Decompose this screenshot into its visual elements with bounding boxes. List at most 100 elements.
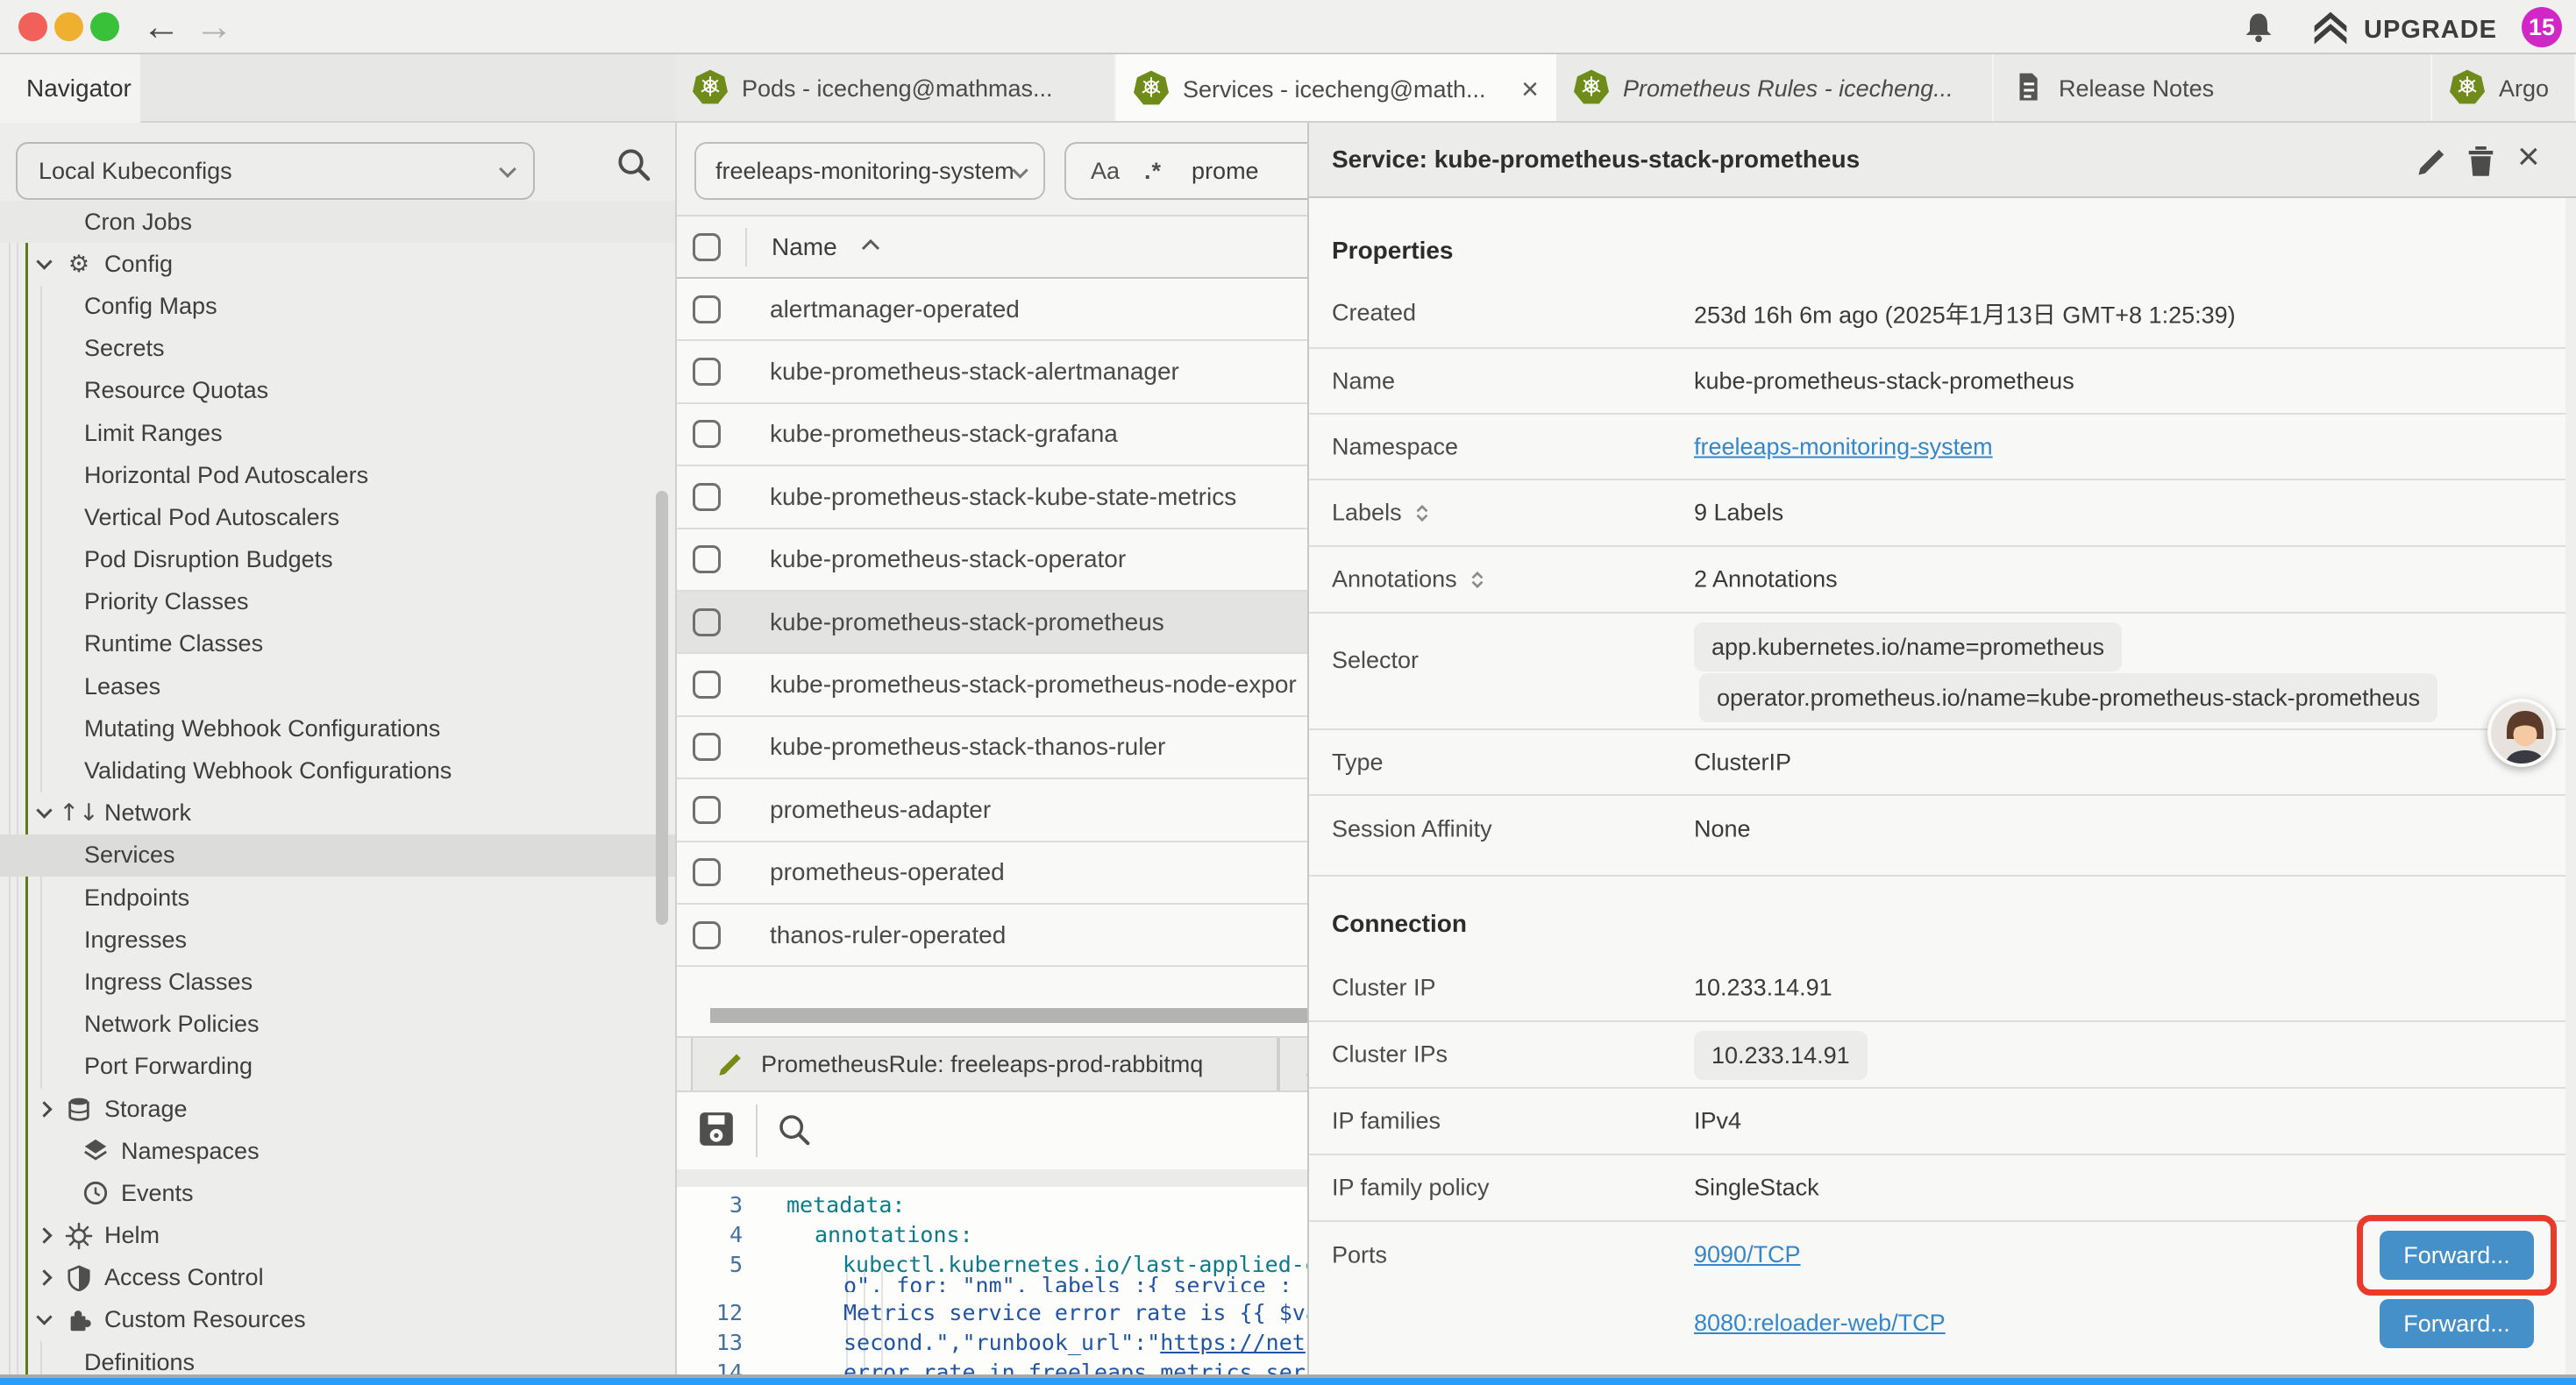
tab-navigator[interactable]: Navigator — [0, 54, 140, 123]
sidebar-item-storage[interactable]: Storage — [0, 1088, 675, 1130]
notification-count-badge[interactable]: 15 — [2522, 7, 2562, 47]
table-row[interactable]: kube-prometheus-stack-kube-state-metrics — [677, 466, 1307, 529]
sidebar-item-ingresses[interactable]: Ingresses — [0, 919, 675, 961]
back-button[interactable]: ← — [142, 2, 181, 53]
user-avatar[interactable] — [2487, 699, 2556, 767]
row-checkbox[interactable] — [693, 358, 721, 386]
labels-count[interactable]: 9 Labels — [1694, 500, 1783, 527]
sidebar-item-pod-disruption-budgets[interactable]: Pod Disruption Budgets — [0, 539, 675, 581]
row-checkbox[interactable] — [693, 545, 721, 573]
editor-search-icon[interactable] — [775, 1111, 812, 1152]
sidebar-item-endpoints[interactable]: Endpoints — [0, 877, 675, 919]
select-all-checkbox[interactable] — [693, 233, 721, 261]
row-checkbox[interactable] — [693, 858, 721, 886]
sidebar-item-cron-jobs[interactable]: Cron Jobs — [0, 201, 675, 243]
sidebar-item-port-forwarding[interactable]: Port Forwarding — [0, 1046, 675, 1088]
chevron-right-icon[interactable] — [36, 1101, 52, 1117]
sidebar-search-icon[interactable] — [614, 145, 652, 188]
kubeconfig-selector[interactable]: Local Kubeconfigs — [16, 142, 535, 200]
row-checkbox[interactable] — [693, 733, 721, 761]
row-checkbox[interactable] — [693, 796, 721, 824]
sidebar-item-custom-resources[interactable]: Custom Resources — [0, 1299, 675, 1341]
sidebar-item-secrets[interactable]: Secrets — [0, 328, 675, 370]
sidebar-item-validating-webhook-configurations[interactable]: Validating Webhook Configurations — [0, 749, 675, 792]
sidebar-item-access-control[interactable]: Access Control — [0, 1257, 675, 1299]
table-row[interactable]: kube-prometheus-stack-grafana — [677, 404, 1307, 466]
row-checkbox[interactable] — [693, 921, 721, 949]
table-row[interactable]: kube-prometheus-stack-operator — [677, 529, 1307, 592]
table-row[interactable]: prometheus-operated — [677, 842, 1307, 905]
list-search-input[interactable]: Aa .* prome — [1064, 142, 1307, 200]
close-details-icon[interactable]: × — [2517, 135, 2540, 179]
close-window-button[interactable] — [18, 12, 47, 41]
sidebar-item-vertical-pod-autoscalers[interactable]: Vertical Pod Autoscalers — [0, 496, 675, 538]
tab-services[interactable]: Services - icecheng@math... × — [1116, 54, 1556, 123]
row-checkbox[interactable] — [693, 671, 721, 699]
namespace-selector[interactable]: freeleaps-monitoring-system — [694, 142, 1045, 200]
zoom-window-button[interactable] — [90, 12, 119, 41]
sidebar-item-priority-classes[interactable]: Priority Classes — [0, 581, 675, 623]
row-checkbox[interactable] — [693, 608, 721, 636]
save-icon[interactable] — [696, 1109, 737, 1154]
sidebar-item-limit-ranges[interactable]: Limit Ranges — [0, 412, 675, 454]
editor-tab-prometheusrule[interactable]: PrometheusRule: freeleaps-prod-rabbitmq — [691, 1038, 1278, 1090]
sort-ascending-icon[interactable] — [860, 238, 881, 256]
minimize-window-button[interactable] — [54, 12, 83, 41]
chevron-right-icon[interactable] — [36, 1270, 52, 1286]
chevron-down-icon[interactable] — [36, 803, 52, 819]
sidebar-item-ingress-classes[interactable]: Ingress Classes — [0, 961, 675, 1003]
sidebar-item-namespaces[interactable]: Namespaces — [0, 1130, 675, 1172]
table-row-selected[interactable]: kube-prometheus-stack-prometheus — [677, 592, 1307, 654]
sidebar-item-config[interactable]: ⚙ Config — [0, 243, 675, 285]
sidebar-item-runtime-classes[interactable]: Runtime Classes — [0, 623, 675, 665]
sidebar-item-horizontal-pod-autoscalers[interactable]: Horizontal Pod Autoscalers — [0, 454, 675, 496]
regex-toggle[interactable]: .* — [1144, 158, 1162, 185]
chevron-down-icon[interactable] — [36, 253, 52, 269]
annotations-count[interactable]: 2 Annotations — [1694, 566, 1838, 593]
row-checkbox[interactable] — [693, 420, 721, 448]
forward-port-button[interactable]: Forward... — [2380, 1299, 2534, 1348]
table-row[interactable]: kube-prometheus-stack-thanos-ruler — [677, 717, 1307, 779]
sidebar-scrollbar[interactable] — [656, 491, 668, 925]
sidebar-item-network[interactable]: ↑↓ Network — [0, 792, 675, 835]
details-scrollbar-track[interactable] — [2565, 198, 2576, 1385]
sidebar-item-helm[interactable]: Helm — [0, 1215, 675, 1257]
row-checkbox[interactable] — [693, 295, 721, 323]
yaml-editor[interactable]: 3 metadata: 4 annotations: 5 kubectl.kub… — [677, 1187, 1307, 1385]
close-tab-icon[interactable]: × — [1500, 73, 1539, 107]
sort-updown-icon[interactable] — [1469, 570, 1485, 589]
delete-trash-icon[interactable] — [2461, 142, 2496, 181]
namespace-link[interactable]: freeleaps-monitoring-system — [1694, 433, 1993, 460]
chevron-down-icon[interactable] — [36, 1310, 52, 1325]
port-link-8080[interactable]: 8080:reloader-web/TCP — [1694, 1310, 1946, 1337]
table-row[interactable]: kube-prometheus-stack-alertmanager — [677, 341, 1307, 403]
sidebar-item-resource-quotas[interactable]: Resource Quotas — [0, 370, 675, 412]
forward-button[interactable]: → — [195, 2, 233, 53]
tab-prometheus-rules[interactable]: Prometheus Rules - icecheng... — [1556, 54, 1994, 123]
table-row[interactable]: thanos-ruler-operated — [677, 905, 1307, 967]
sidebar-item-leases[interactable]: Leases — [0, 665, 675, 707]
table-row[interactable]: alertmanager-operated — [677, 279, 1307, 341]
editor-tab-partial[interactable] — [1278, 1038, 1307, 1090]
row-checkbox[interactable] — [693, 483, 721, 511]
tab-argo[interactable]: Argo Se — [2432, 54, 2576, 123]
sidebar-item-config-maps[interactable]: Config Maps — [0, 285, 675, 327]
sidebar-item-events[interactable]: Events — [0, 1172, 675, 1214]
upgrade-button[interactable]: UPGRADE — [2311, 9, 2497, 52]
tab-release-notes[interactable]: Release Notes — [1994, 54, 2432, 123]
sidebar-item-network-policies[interactable]: Network Policies — [0, 1004, 675, 1046]
notifications-bell-icon[interactable] — [2241, 10, 2276, 49]
match-case-toggle[interactable]: Aa — [1091, 158, 1120, 185]
table-row[interactable]: kube-prometheus-stack-prometheus-node-ex… — [677, 654, 1307, 716]
sidebar-item-services[interactable]: Services — [0, 835, 675, 877]
chevron-right-icon[interactable] — [36, 1227, 52, 1243]
port-link-9090[interactable]: 9090/TCP — [1694, 1241, 1801, 1268]
name-column-header[interactable]: Name — [772, 233, 837, 261]
horizontal-scrollbar[interactable] — [710, 1008, 1307, 1023]
tab-pods[interactable]: Pods - icecheng@mathmas... — [675, 54, 1116, 123]
sort-updown-icon[interactable] — [1414, 503, 1430, 522]
edit-pencil-icon[interactable] — [2412, 142, 2447, 181]
table-row[interactable]: prometheus-adapter — [677, 779, 1307, 842]
sidebar-item-mutating-webhook-configurations[interactable]: Mutating Webhook Configurations — [0, 707, 675, 749]
runbook-url-link[interactable]: https://net — [1160, 1330, 1306, 1355]
